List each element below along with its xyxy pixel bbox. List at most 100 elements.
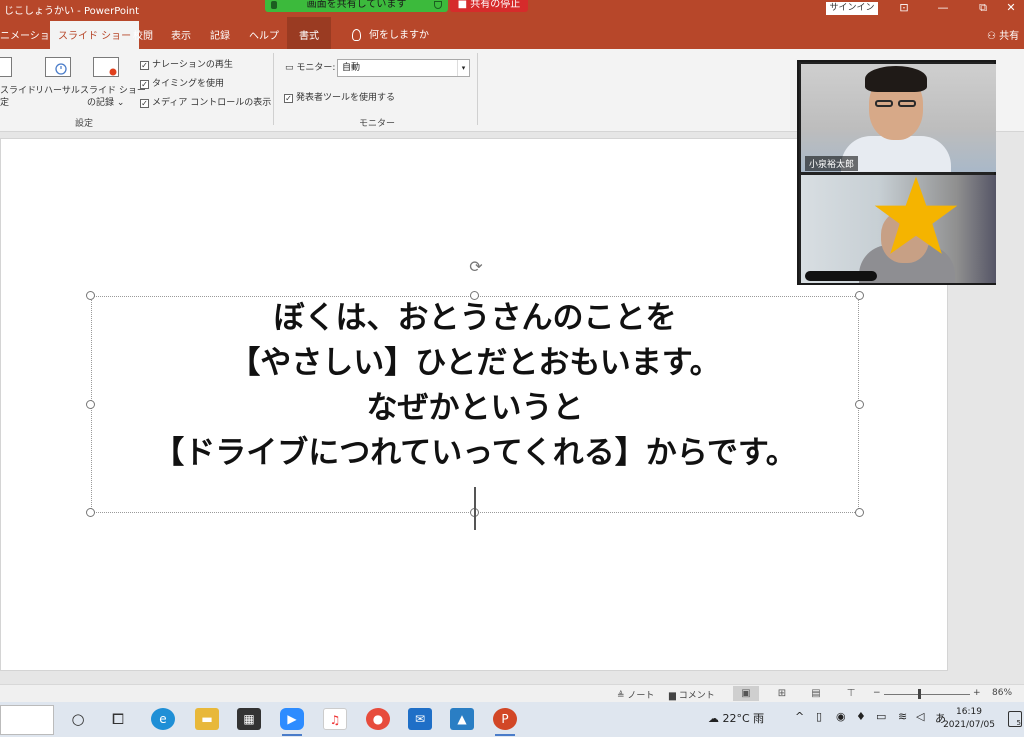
checkbox-use-timings[interactable]: ✓ タイミングを使用 [140, 76, 224, 89]
comments-button[interactable]: ▆ コメント [669, 688, 715, 701]
clock-time: 16:19 [956, 707, 982, 717]
tab-review[interactable]: 校閲 [133, 27, 153, 42]
ribbon-tabs: ニメーション スライド ショー 校閲 表示 記録 ヘルプ 書式 何をしますか ⚇… [0, 17, 1024, 49]
mail-icon[interactable]: ✉ [408, 708, 432, 730]
video-gallery-panel[interactable]: 小泉裕太郎 [797, 60, 996, 285]
volume-icon[interactable]: ◁ [916, 710, 924, 723]
setup-slideshow-label-2: 定 [0, 98, 10, 108]
photos-icon[interactable]: ▲ [450, 708, 474, 730]
lightbulb-icon [352, 29, 361, 41]
task-view-icon[interactable]: ⧠ [106, 708, 130, 730]
share-label: 共有 [999, 31, 1020, 42]
close-button[interactable]: ✕ [996, 0, 1024, 17]
notes-icon: ≜ [617, 691, 625, 701]
tab-format[interactable]: 書式 [287, 17, 331, 49]
wifi-icon[interactable]: ≋ [898, 710, 907, 723]
checkbox-play-narrations[interactable]: ✓ ナレーションの再生 [140, 57, 233, 70]
glasses-icon [875, 100, 893, 107]
title-bar: じこしょうかい - PowerPoint 画面を共有しています ■ 共有の停止 … [0, 0, 1024, 17]
zoom-slider-thumb[interactable] [918, 689, 921, 699]
ribbon-display-button[interactable]: ⊡ [889, 0, 919, 17]
normal-view-icon[interactable]: ▣ [733, 686, 759, 701]
share-banner-label: 画面を共有しています [306, 0, 407, 10]
participant-name: 小泉裕太郎 [805, 156, 859, 171]
itunes-icon[interactable]: ♫ [323, 708, 347, 730]
participant-hair [865, 66, 927, 92]
record-slideshow-button[interactable]: スライド ショー [80, 85, 146, 97]
rehearse-timings-button[interactable]: リハーサル [35, 85, 80, 97]
file-explorer-icon[interactable]: ▬ [195, 708, 219, 730]
share-button[interactable]: ⚇ 共有 [987, 27, 1019, 42]
tab-slideshow[interactable]: スライド ショー [50, 21, 140, 49]
checkmark-icon: ✓ [140, 61, 149, 70]
tell-me-search[interactable]: 何をしますか [352, 26, 429, 41]
slide-text-body[interactable]: ぼくは、おとうさんのことを 【やさしい】ひとだとおもいます。 なぜかというと 【… [91, 296, 859, 476]
notes-button[interactable]: ≜ ノート [617, 688, 654, 701]
slide-text-line: 【やさしい】ひとだとおもいます。 [229, 345, 721, 381]
tab-help[interactable]: ヘルプ [249, 27, 279, 42]
active-app-indicator [282, 734, 302, 736]
person-icon: ⚇ [987, 31, 996, 42]
slide-sorter-icon[interactable]: ⊞ [769, 686, 795, 701]
tray-app-icon[interactable]: ▯ [816, 710, 822, 723]
shield-icon [434, 1, 442, 9]
weather-widget[interactable]: ☁ 22°C 雨 [708, 710, 764, 726]
cortana-icon[interactable]: ○ [66, 708, 90, 730]
document-title: じこしょうかい - PowerPoint [4, 6, 140, 17]
resize-handle[interactable] [855, 508, 864, 517]
slideshow-view-icon[interactable]: ⊤ [838, 686, 864, 701]
monitor-icon: ▭ [285, 63, 294, 73]
zoom-slider[interactable] [884, 694, 970, 695]
store-icon[interactable]: ▦ [237, 708, 261, 730]
tab-view[interactable]: 表示 [171, 27, 191, 42]
reading-view-icon[interactable]: ▤ [803, 686, 829, 701]
zoom-app-icon[interactable]: ▶ [280, 708, 304, 730]
share-status-icon [271, 1, 277, 9]
taskbar-search-box[interactable] [0, 705, 54, 735]
participant-name-hidden [805, 271, 877, 281]
rotate-handle-icon[interactable]: ⟳ [466, 258, 486, 278]
powerpoint-icon[interactable]: P [493, 708, 517, 730]
rehearse-timings-icon[interactable] [45, 57, 71, 77]
checkmark-icon: ✓ [140, 80, 149, 89]
monitor-select[interactable]: 自動 ▾ [337, 59, 470, 77]
notification-center-icon[interactable]: 5 [1008, 711, 1022, 727]
status-bar: ≜ ノート ▆ コメント ▣ ⊞ ▤ ⊤ − + 86% [0, 684, 1024, 702]
record-slideshow-icon[interactable] [93, 57, 119, 77]
edge-icon[interactable]: e [151, 708, 175, 730]
minimize-button[interactable]: — [928, 0, 958, 17]
slide-text-line: 【ドライブにつれていってくれる】からです。 [153, 435, 797, 471]
group-label-setup: 設定 [75, 119, 94, 129]
system-clock[interactable]: 16:19 2021/07/05 [940, 706, 998, 732]
battery-icon[interactable]: ▭ [876, 710, 886, 723]
setup-slideshow-icon[interactable] [0, 57, 12, 77]
microphone-icon[interactable]: ♦ [856, 710, 866, 723]
checkbox-show-media-controls[interactable]: ✓ メディア コントロールの表示 [140, 95, 271, 108]
video-tile-participant-1[interactable]: 小泉裕太郎 [801, 64, 996, 172]
chevron-up-icon[interactable]: ^ [795, 710, 804, 723]
chrome-icon[interactable]: ● [366, 708, 390, 730]
signin-button[interactable]: サインイン [826, 2, 878, 15]
checkbox-presenter-view[interactable]: ✓ 発表者ツールを使用する [284, 90, 395, 103]
record-slideshow-button-2[interactable]: の記録 ⌄ [87, 97, 124, 109]
zoom-in-button[interactable]: + [973, 688, 981, 698]
restore-button[interactable]: ⧉ [968, 0, 998, 17]
video-tile-participant-2[interactable] [801, 175, 996, 283]
ribbon-divider [273, 53, 274, 125]
zoom-tray-icon[interactable]: ◉ [836, 710, 846, 723]
zoom-out-button[interactable]: − [873, 688, 881, 698]
screen-share-banner[interactable]: 画面を共有しています [265, 0, 448, 12]
zoom-level[interactable]: 86% [992, 688, 1012, 698]
comment-icon: ▆ [669, 691, 676, 701]
glasses-icon [898, 100, 916, 107]
group-label-monitor: モニター [359, 119, 396, 129]
checkmark-icon: ✓ [284, 94, 293, 103]
resize-handle[interactable] [86, 508, 95, 517]
setup-slideshow-label: スライド [0, 86, 37, 96]
tab-record[interactable]: 記録 [210, 27, 230, 42]
stop-share-button[interactable]: ■ 共有の停止 [450, 0, 528, 12]
ribbon-divider [477, 53, 478, 125]
rain-cloud-icon: ☁ [708, 712, 719, 725]
tell-me-label: 何をしますか [369, 30, 429, 41]
slide-text-line: ぼくは、おとうさんのことを [273, 300, 677, 336]
